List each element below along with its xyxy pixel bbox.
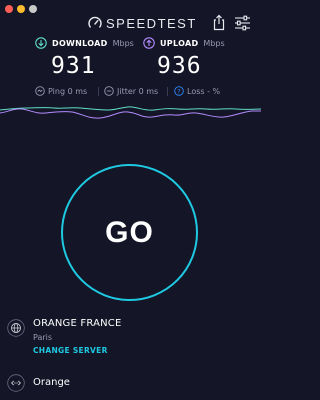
- ping-icon: [35, 86, 45, 96]
- stats-divider: [98, 87, 99, 96]
- upload-arrow-icon: [143, 37, 155, 49]
- share-button[interactable]: [211, 14, 227, 31]
- svg-text:?: ?: [177, 87, 180, 95]
- speedtest-logo: SPEEDTEST: [88, 14, 197, 32]
- ping-stat: Ping 0 ms: [35, 84, 87, 98]
- window-close-button[interactable]: [5, 5, 13, 13]
- upload-label: UPLOAD: [160, 38, 199, 48]
- ping-text: Ping 0 ms: [48, 86, 88, 96]
- connection-icon: [7, 374, 25, 392]
- speed-graph: [0, 106, 261, 119]
- isp-name: ORANGE FRANCE: [33, 318, 122, 329]
- download-value: 931: [51, 53, 96, 79]
- jitter-stat: Jitter 0 ms: [104, 84, 158, 98]
- sliders-icon: [235, 15, 250, 31]
- logo-text: SPEEDTEST: [106, 15, 197, 31]
- jitter-icon: [104, 86, 114, 96]
- download-unit: Mbps: [112, 38, 134, 48]
- window-minimize-button[interactable]: [17, 5, 25, 13]
- stats-divider: [167, 87, 168, 96]
- download-metric: DOWNLOAD Mbps 931: [35, 36, 134, 79]
- download-arrow-icon: [35, 37, 47, 49]
- upload-value: 936: [157, 53, 202, 79]
- loss-stat[interactable]: ? Loss - %: [174, 84, 220, 98]
- window-maximize-button[interactable]: [29, 5, 37, 13]
- download-label: DOWNLOAD: [52, 38, 108, 48]
- upload-graph-line: [0, 108, 261, 119]
- settings-button[interactable]: [234, 15, 251, 31]
- title-bar: SPEEDTEST: [0, 0, 261, 36]
- go-label: GO: [105, 215, 154, 249]
- change-server-link[interactable]: CHANGE SERVER: [33, 346, 108, 355]
- stats-row: Ping 0 ms Jitter 0 ms ? Loss - %: [0, 84, 261, 98]
- go-button[interactable]: GO: [61, 164, 198, 301]
- globe-icon: [7, 319, 25, 337]
- upload-unit: Mbps: [203, 38, 225, 48]
- loss-icon: ?: [174, 86, 184, 96]
- share-icon: [213, 14, 225, 31]
- connection-name: Orange: [33, 377, 70, 388]
- loss-text: Loss - %: [187, 86, 221, 96]
- speedometer-icon: [88, 16, 102, 28]
- upload-metric: UPLOAD Mbps 936: [143, 36, 225, 79]
- download-graph-line: [0, 106, 261, 111]
- server-city: Paris: [33, 333, 53, 342]
- jitter-text: Jitter 0 ms: [117, 86, 159, 96]
